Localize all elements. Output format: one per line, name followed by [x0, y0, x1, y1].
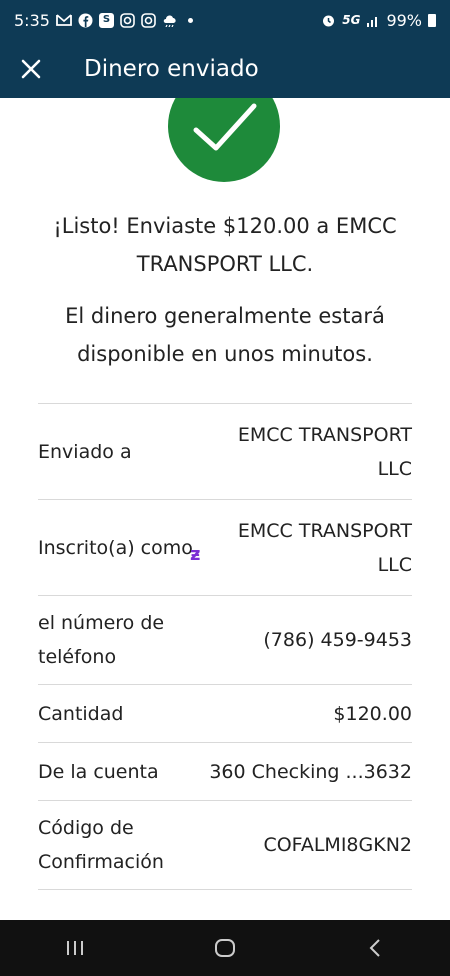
back-button[interactable]: [345, 928, 405, 968]
detail-row-phone: el número de teléfono (786) 459-9453: [38, 596, 412, 685]
battery-percent: 99%: [386, 10, 422, 30]
detail-row-confirmation: Código de Confirmación COFALMI8GKN2: [38, 801, 412, 890]
signal-icon: [366, 14, 380, 27]
detail-value: EMCC TRANSPORT LLC: [237, 519, 412, 576]
facebook-icon: [78, 13, 93, 28]
close-icon: [21, 59, 41, 79]
detail-value: $120.00: [333, 702, 412, 725]
page-title: Dinero enviado: [84, 56, 259, 82]
notification-dot-icon: [187, 17, 193, 23]
detail-row-account: De la cuenta 360 Checking ...3632: [38, 743, 412, 801]
instagram-icon: [141, 12, 156, 28]
close-button[interactable]: [0, 40, 62, 98]
detail-row-amount: Cantidad $120.00: [38, 685, 412, 743]
weather-icon: [162, 13, 178, 27]
alarm-icon: [321, 13, 336, 28]
home-icon: [215, 939, 235, 957]
status-right: 5G 99%: [321, 11, 436, 30]
home-button[interactable]: [195, 928, 255, 968]
system-nav-bar: [0, 920, 450, 976]
detail-row-sent-to: Enviado a EMCC TRANSPORT LLC: [38, 404, 412, 500]
detail-label: Enviado a: [38, 440, 132, 463]
recent-apps-button[interactable]: [45, 928, 105, 968]
detail-label: De la cuenta: [38, 760, 159, 783]
detail-value: 360 Checking ...3632: [209, 760, 412, 783]
network-type: 5G: [342, 13, 361, 27]
status-left: 5:35 S: [14, 11, 193, 30]
battery-icon: [428, 13, 436, 27]
detail-label: Código de Confirmación: [38, 817, 164, 873]
detail-value: EMCC TRANSPORT LLC: [237, 423, 412, 480]
status-bar: 5:35 S 5G 99%: [0, 0, 450, 40]
app-s-icon: S: [98, 12, 114, 28]
detail-value: (786) 459-9453: [263, 629, 412, 651]
app-bar: Dinero enviado: [0, 40, 450, 98]
instagram-icon: [120, 12, 135, 28]
detail-label: Inscrito(a) como: [38, 536, 193, 559]
status-time: 5:35: [14, 10, 50, 30]
gmail-icon: [56, 14, 72, 26]
transaction-details: Enviado a EMCC TRANSPORT LLC Inscrito(a)…: [38, 403, 412, 890]
availability-message: El dinero generalmente estará disponible…: [65, 304, 385, 366]
back-icon: [369, 939, 380, 957]
detail-row-enrolled-as: Inscrito(a) como ƶ EMCC TRANSPORT LLC: [38, 500, 412, 596]
recent-apps-icon: [67, 941, 83, 955]
detail-value: COFALMI8GKN2: [263, 834, 412, 856]
confirmation-message: ¡Listo! Enviaste $120.00 a EMCC TRANSPOR…: [53, 214, 397, 276]
zelle-icon: ƶ: [190, 544, 201, 565]
detail-label: Cantidad: [38, 702, 124, 725]
detail-label: el número de teléfono: [38, 612, 165, 668]
